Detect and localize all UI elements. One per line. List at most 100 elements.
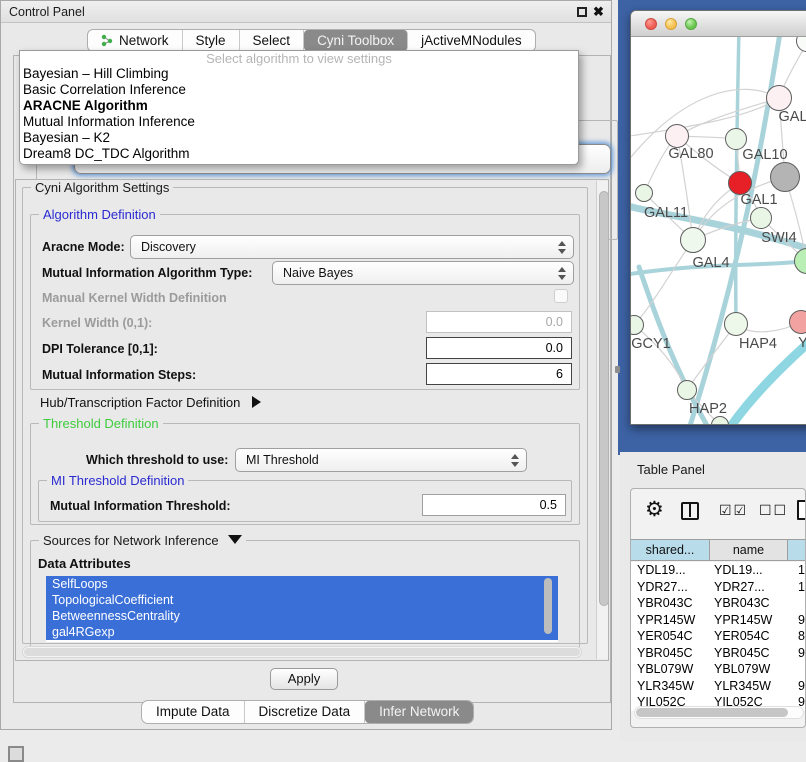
tab-discretize-data[interactable]: Discretize Data bbox=[245, 701, 366, 723]
tab-jactivemnodules[interactable]: jActiveMNodules bbox=[408, 30, 535, 51]
split-pane-grip[interactable] bbox=[615, 366, 620, 373]
table-cell: YER054C bbox=[631, 628, 706, 645]
table-row[interactable]: YDR27...YDR27...12 bbox=[631, 579, 806, 596]
tab-cyni-toolbox[interactable]: Cyni Toolbox bbox=[304, 30, 408, 51]
close-icon[interactable]: ✖ bbox=[593, 4, 604, 20]
table-cell bbox=[784, 661, 806, 678]
table-header-row: shared... name A bbox=[631, 539, 806, 561]
network-node-gal1[interactable] bbox=[750, 207, 772, 229]
settings-vertical-scrollbar[interactable] bbox=[596, 181, 609, 659]
table-row[interactable]: YPR145WYPR145W9. bbox=[631, 612, 806, 629]
table-row[interactable]: YLR345WYLR345W9. bbox=[631, 678, 806, 695]
table-cell: YBR043C bbox=[631, 595, 706, 612]
table-cell: 9. bbox=[784, 612, 806, 629]
show-columns-icon[interactable]: ☑☑ bbox=[719, 502, 748, 519]
algorithm-dropdown-placeholder: Select algorithm to view settings bbox=[20, 51, 578, 66]
apply-button[interactable]: Apply bbox=[270, 668, 338, 690]
tab-network[interactable]: Network bbox=[88, 30, 183, 51]
mi-type-value: Naive Bayes bbox=[283, 266, 353, 280]
list-scrollbar[interactable] bbox=[544, 578, 554, 638]
hub-factor-expander[interactable]: Hub/Transcription Factor Definition bbox=[40, 395, 261, 410]
table-panel-title: Table Panel bbox=[637, 462, 705, 477]
network-canvas[interactable]: GALGAL80GAL10GAL1GAL11GAL4SWI4GCY1HAP4YH… bbox=[631, 37, 806, 425]
table-row[interactable]: YBL079WYBL079W bbox=[631, 661, 806, 678]
table-row[interactable]: YER054CYER054C8. bbox=[631, 628, 806, 645]
which-threshold-combobox[interactable]: MI Threshold bbox=[235, 448, 527, 472]
algorithm-option[interactable]: Mutual Information Inference bbox=[20, 114, 578, 130]
split-columns-icon[interactable] bbox=[681, 502, 699, 520]
algorithm-option[interactable]: Basic Correlation Inference bbox=[20, 82, 578, 98]
table-cell: YLR345W bbox=[706, 678, 784, 695]
mi-threshold-field[interactable]: 0.5 bbox=[422, 494, 566, 516]
kernel-width-field[interactable]: 0.0 bbox=[426, 311, 572, 333]
control-panel-titlebar: Control Panel ✖ bbox=[1, 1, 611, 23]
control-panel-window: Control Panel ✖ Network Style Select Cyn… bbox=[0, 0, 612, 730]
network-node-hap4[interactable] bbox=[724, 312, 748, 336]
tab-impute-data[interactable]: Impute Data bbox=[142, 701, 245, 723]
cyni-bottom-tabs: Impute Data Discretize Data Infer Networ… bbox=[141, 700, 474, 724]
settings-horizontal-scrollbar[interactable] bbox=[22, 646, 582, 658]
attribute-item[interactable]: TopologicalCoefficient bbox=[46, 592, 558, 608]
collapse-arrow-icon[interactable] bbox=[228, 535, 242, 544]
table-cell: 12 bbox=[784, 579, 806, 596]
gear-icon[interactable]: ⚙ bbox=[645, 497, 664, 522]
tab-select[interactable]: Select bbox=[240, 30, 305, 51]
manual-kernel-checkbox[interactable] bbox=[554, 289, 568, 303]
table-horizontal-scrollbar[interactable] bbox=[634, 706, 804, 719]
algorithm-option[interactable]: Bayesian – K2 bbox=[20, 130, 578, 146]
dpi-tolerance-field[interactable]: 0.0 bbox=[426, 337, 572, 359]
hub-factor-label: Hub/Transcription Factor Definition bbox=[40, 395, 240, 410]
tab-label: Impute Data bbox=[156, 704, 230, 719]
tab-label: jActiveMNodules bbox=[421, 30, 522, 51]
table-row[interactable]: YDL19...YDL19...13 bbox=[631, 562, 806, 579]
screen: Control Panel ✖ Network Style Select Cyn… bbox=[0, 0, 806, 762]
data-attributes-label: Data Attributes bbox=[38, 556, 131, 571]
attribute-item[interactable]: SelfLoops bbox=[46, 576, 558, 592]
export-table-icon[interactable] bbox=[797, 500, 806, 520]
tab-label: Style bbox=[196, 30, 226, 51]
network-node-gal4[interactable] bbox=[680, 227, 706, 253]
table-cell: YDR27... bbox=[706, 579, 784, 596]
table-row[interactable]: YBR045CYBR045C9. bbox=[631, 645, 806, 662]
algorithm-option[interactable]: Bayesian – Hill Climbing bbox=[20, 66, 578, 82]
column-header-clipped[interactable]: A bbox=[788, 540, 806, 560]
node-label: GAL80 bbox=[668, 146, 713, 162]
float-window-icon[interactable] bbox=[577, 7, 587, 17]
mi-type-combobox[interactable]: Naive Bayes bbox=[272, 261, 574, 285]
attribute-item[interactable]: BetweennessCentrality bbox=[46, 608, 558, 624]
tab-label: Discretize Data bbox=[259, 704, 351, 719]
table-cell: YBR045C bbox=[631, 645, 706, 662]
mi-steps-field[interactable]: 6 bbox=[426, 363, 572, 385]
aracne-mode-combobox[interactable]: Discovery bbox=[130, 235, 574, 259]
column-header-name[interactable]: name bbox=[710, 540, 788, 560]
algorithm-option[interactable]: ARACNE Algorithm bbox=[20, 98, 578, 114]
network-node-hap2[interactable] bbox=[677, 380, 697, 400]
table-cell: YDL19... bbox=[631, 562, 706, 579]
network-node[interactable] bbox=[770, 162, 800, 192]
column-header-shared-name[interactable]: shared... bbox=[631, 540, 710, 560]
tab-style[interactable]: Style bbox=[183, 30, 240, 51]
close-traffic-light-icon[interactable] bbox=[645, 18, 657, 30]
table-cell: 13 bbox=[784, 562, 806, 579]
network-view-window: GALGAL80GAL10GAL1GAL11GAL4SWI4GCY1HAP4YH… bbox=[630, 10, 806, 425]
attribute-item[interactable]: gal4RGexp bbox=[46, 624, 558, 640]
node-label: HAP4 bbox=[739, 336, 777, 352]
table-cell: YPR145W bbox=[631, 612, 706, 629]
hide-columns-icon[interactable]: ☐☐ bbox=[759, 502, 788, 519]
kernel-width-label: Kernel Width (0,1): bbox=[42, 316, 152, 330]
mi-type-label: Mutual Information Algorithm Type: bbox=[42, 266, 252, 280]
network-node-y[interactable] bbox=[789, 310, 806, 334]
table-cell: YLR345W bbox=[631, 678, 706, 695]
network-node-gal80[interactable] bbox=[665, 124, 689, 148]
network-node-gal[interactable] bbox=[766, 85, 792, 111]
minimized-window-icon[interactable] bbox=[8, 746, 24, 762]
minimize-traffic-light-icon[interactable] bbox=[665, 18, 677, 30]
node-label: HAP2 bbox=[689, 401, 727, 417]
zoom-traffic-light-icon[interactable] bbox=[685, 18, 697, 30]
table-cell: YDR27... bbox=[631, 579, 706, 596]
network-node-gal11[interactable] bbox=[635, 184, 653, 202]
tab-infer-network[interactable]: Infer Network bbox=[365, 701, 473, 723]
algorithm-dropdown: Select algorithm to view settings Bayesi… bbox=[19, 50, 579, 165]
algorithm-option[interactable]: Dream8 DC_TDC Algorithm bbox=[20, 146, 578, 162]
table-row[interactable]: YBR043CYBR043C bbox=[631, 595, 806, 612]
